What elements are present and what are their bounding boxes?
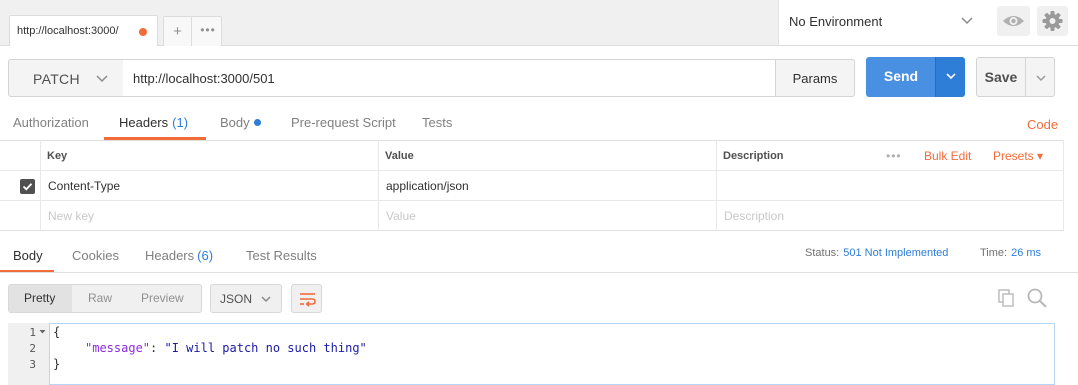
format-select-value: JSON [220, 292, 253, 306]
url-input[interactable]: http://localhost:3000/501 [123, 59, 776, 97]
time-label: Time: [980, 247, 1008, 259]
fold-arrow-icon[interactable] [39, 329, 46, 335]
environment-select-value: No Environment [789, 14, 883, 29]
body-indicator-dot-icon [253, 119, 261, 126]
table-divider [40, 140, 41, 231]
checkmark-icon [22, 183, 33, 191]
response-tabs-divider [0, 272, 1078, 273]
tab-headers-label: Headers [119, 115, 169, 130]
header-enabled-checkbox[interactable] [20, 179, 35, 194]
tab-controls: + ••• [163, 16, 222, 46]
gear-icon [1042, 11, 1063, 31]
headers-table: Key Value Description ••• Bulk Edit Pres… [0, 140, 1064, 231]
response-tab-cookies[interactable]: Cookies [72, 248, 119, 263]
time-readout: Time: 26 ms [980, 247, 1041, 259]
unsaved-dot-icon [139, 28, 147, 36]
request-tab-label: http://localhost:3000/ [17, 25, 119, 37]
response-tab-headers-label: Headers [145, 248, 195, 263]
code-line-1: { [53, 325, 61, 339]
tab-tests[interactable]: Tests [422, 115, 452, 130]
tab-prerequest-script[interactable]: Pre-request Script [291, 115, 396, 130]
tab-body[interactable]: Body [220, 115, 261, 130]
pretty-button[interactable]: Pretty [24, 291, 55, 305]
status-value: 501 Not Implemented [843, 247, 949, 259]
new-tab-button[interactable]: + [164, 17, 192, 46]
table-divider [378, 140, 379, 231]
params-button[interactable]: Params [775, 59, 855, 97]
tab-more-button[interactable]: ••• [193, 17, 223, 46]
wrap-lines-icon [300, 293, 316, 307]
table-divider [1063, 140, 1064, 231]
send-button[interactable]: Send [866, 57, 936, 97]
chevron-down-icon [96, 75, 108, 83]
url-input-value: http://localhost:3000/501 [133, 71, 275, 86]
response-tab-test-results[interactable]: Test Results [246, 248, 317, 263]
table-divider [716, 140, 717, 231]
save-dropdown-button[interactable] [1025, 57, 1055, 97]
table-row-new: New key Value Description [0, 201, 1064, 231]
headers-count: (1) [172, 115, 189, 130]
save-button[interactable]: Save [976, 57, 1026, 97]
environment-quick-look-button[interactable] [997, 6, 1030, 36]
params-button-label: Params [792, 71, 838, 86]
new-key-input[interactable]: New key [48, 209, 94, 239]
line-number: 2 [29, 342, 36, 355]
preview-button[interactable]: Preview [141, 291, 184, 305]
tab-authorization[interactable]: Authorization [13, 115, 89, 130]
chevron-down-icon [261, 296, 271, 303]
method-select[interactable]: PATCH [8, 59, 124, 97]
copy-icon[interactable] [996, 288, 1016, 308]
json-key: "message" [85, 341, 151, 355]
status-label: Status: [805, 247, 840, 259]
send-button-label: Send [883, 68, 919, 84]
raw-button[interactable]: Raw [88, 291, 112, 305]
table-row: Content-Type application/json [0, 171, 1064, 201]
new-value-input[interactable]: Value [386, 209, 416, 239]
environment-select[interactable]: No Environment [778, 6, 988, 36]
search-icon[interactable] [1026, 287, 1048, 309]
chevron-down-icon [946, 73, 956, 80]
manage-environments-button[interactable] [1037, 6, 1068, 36]
wrap-lines-button[interactable] [291, 284, 322, 313]
request-tab[interactable]: http://localhost:3000/ [9, 15, 158, 46]
time-value: 26 ms [1011, 247, 1042, 259]
response-tab-body[interactable]: Body [13, 248, 43, 263]
line-number: 3 [29, 358, 36, 371]
json-separator: : [150, 341, 165, 355]
tab-headers[interactable]: Headers (1) [119, 115, 188, 130]
save-button-label: Save [984, 69, 1018, 85]
json-string-value: "I will patch no such thing" [164, 341, 367, 355]
table-header-row: Key Value Description ••• Bulk Edit Pres… [0, 141, 1064, 171]
chevron-down-icon [1036, 75, 1046, 82]
response-headers-count: (6) [197, 248, 214, 263]
code-link[interactable]: Code [1027, 117, 1058, 132]
response-tab-headers[interactable]: Headers (6) [145, 248, 213, 263]
format-select[interactable]: JSON [210, 284, 282, 313]
tab-body-label: Body [220, 115, 250, 130]
method-value: PATCH [33, 71, 80, 87]
status-readout: Status: 501 Not Implemented [805, 247, 948, 259]
line-number: 1 [29, 326, 36, 339]
eye-icon [1003, 16, 1024, 26]
code-line-3: } [53, 357, 61, 371]
send-dropdown-button[interactable] [935, 57, 965, 97]
new-description-input[interactable]: Description [724, 209, 784, 239]
chevron-down-icon [961, 17, 973, 25]
code-line-2: "message": "I will patch no such thing" [85, 341, 367, 355]
